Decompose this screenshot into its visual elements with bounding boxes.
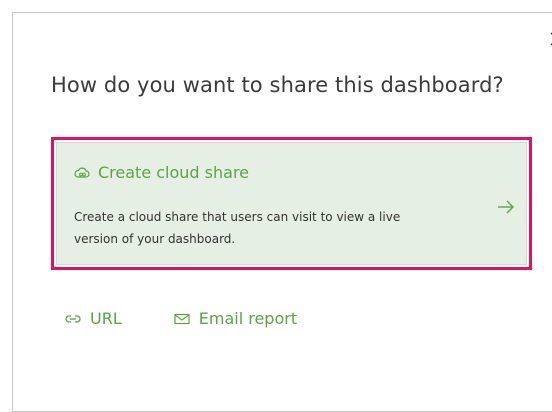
close-icon: [550, 32, 552, 46]
cloud-link-icon: [74, 167, 90, 178]
envelope-icon: [174, 313, 190, 324]
cloud-share-description: Create a cloud share that users can visi…: [74, 210, 401, 246]
url-label: URL: [90, 309, 122, 328]
cloud-share-heading[interactable]: Create cloud share: [74, 163, 249, 182]
arrow-right-icon: [498, 200, 514, 214]
cloud-share-card[interactable]: Create cloud share Create a cloud share …: [56, 142, 527, 265]
dialog-title: How do you want to share this dashboard?: [51, 73, 504, 97]
close-button[interactable]: [546, 28, 552, 50]
share-options: URL Email report: [65, 309, 297, 328]
url-option[interactable]: URL: [65, 309, 122, 328]
cloud-share-label: Create cloud share: [98, 163, 250, 182]
email-report-label: Email report: [198, 309, 298, 328]
email-report-option[interactable]: Email report: [174, 309, 297, 328]
link-icon: [65, 314, 81, 323]
share-dialog: How do you want to share this dashboard?…: [12, 12, 552, 412]
create-cloud-share-option[interactable]: Create cloud share Create a cloud share …: [51, 137, 532, 270]
